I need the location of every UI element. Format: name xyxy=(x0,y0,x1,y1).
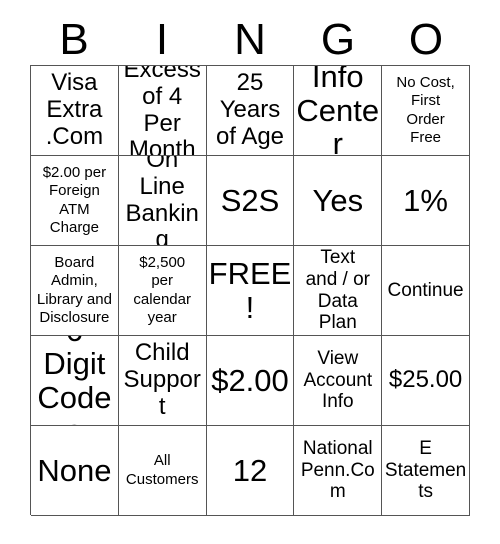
bingo-cell-n2[interactable]: S2S xyxy=(206,156,295,246)
bingo-cell-label: All Customers xyxy=(125,452,199,488)
bingo-row: $2.00 per Foreign ATM Charge On Line Ban… xyxy=(31,156,470,246)
bingo-cell-g1[interactable]: Info Center xyxy=(294,66,383,156)
bingo-cell-label: Child Support xyxy=(123,339,201,420)
bingo-cell-o2[interactable]: 1% xyxy=(382,156,470,246)
bingo-card: B I N G O Visa Extra .Com Excess of 4 Pe… xyxy=(0,0,500,544)
header-letter-i: I xyxy=(155,14,169,64)
bingo-cell-b4[interactable]: 6 Digit Codes xyxy=(31,336,119,426)
bingo-grid: Visa Extra .Com Excess of 4 Per Month 25… xyxy=(30,65,470,516)
bingo-cell-label: $2.00 per Foreign ATM Charge xyxy=(42,163,107,236)
bingo-cell-n4[interactable]: $2.00 xyxy=(206,336,295,426)
bingo-cell-o3[interactable]: Continue xyxy=(382,246,470,336)
bingo-cell-b3[interactable]: Board Admin, Library and Disclosure xyxy=(31,246,119,336)
bingo-row: Visa Extra .Com Excess of 4 Per Month 25… xyxy=(31,66,470,156)
bingo-cell-n1[interactable]: 25 Years of Age xyxy=(206,66,295,156)
bingo-cell-o1[interactable]: No Cost, First Order Free xyxy=(382,66,470,156)
bingo-cell-g2[interactable]: Yes xyxy=(294,156,383,246)
bingo-cell-label: None xyxy=(37,452,112,488)
bingo-cell-label: Board Admin, Library and Disclosure xyxy=(36,253,112,326)
bingo-row: None All Customers 12 National Penn.Com … xyxy=(31,426,470,516)
bingo-cell-g5[interactable]: National Penn.Com xyxy=(294,426,383,516)
bingo-header-row: B I N G O xyxy=(30,14,470,65)
bingo-cell-label: FREE! xyxy=(208,256,292,325)
bingo-cell-label: 1% xyxy=(403,182,448,218)
bingo-cell-label: Yes xyxy=(312,182,364,218)
bingo-cell-b2[interactable]: $2.00 per Foreign ATM Charge xyxy=(31,156,119,246)
header-letter-b: B xyxy=(59,14,89,64)
bingo-cell-i3[interactable]: $2,500 per calendar year xyxy=(118,246,207,336)
bingo-cell-i1[interactable]: Excess of 4 Per Month xyxy=(118,66,207,156)
bingo-cell-label: 25 Years of Age xyxy=(215,69,285,150)
bingo-cell-label: 12 xyxy=(232,452,268,488)
bingo-cell-label: $2,500 per calendar year xyxy=(133,253,191,326)
bingo-cell-i2[interactable]: On Line Banking xyxy=(118,156,207,246)
bingo-cell-n3-free[interactable]: FREE! xyxy=(206,246,295,336)
bingo-cell-g4[interactable]: View Account Info xyxy=(294,336,383,426)
bingo-cell-label: Text and / or Data Plan xyxy=(305,246,370,334)
bingo-cell-g3[interactable]: Text and / or Data Plan xyxy=(294,246,383,336)
header-letter-n: N xyxy=(234,14,266,64)
bingo-cell-label: Info Center xyxy=(296,66,380,156)
bingo-cell-label: Visa Extra .Com xyxy=(45,69,104,150)
bingo-cell-label: Continue xyxy=(387,279,464,301)
bingo-cell-label: 6 Digit Codes xyxy=(37,336,112,425)
bingo-cell-i4[interactable]: Child Support xyxy=(118,336,207,426)
bingo-cell-label: View Account Info xyxy=(303,347,373,413)
bingo-cell-label: National Penn.Com xyxy=(300,437,375,503)
bingo-cell-n5[interactable]: 12 xyxy=(206,426,295,516)
bingo-cell-o4[interactable]: $25.00 xyxy=(382,336,470,426)
header-letter-g: G xyxy=(320,14,356,64)
bingo-cell-label: No Cost, First Order Free xyxy=(396,73,455,146)
bingo-row: Board Admin, Library and Disclosure $2,5… xyxy=(31,246,470,336)
bingo-cell-b5[interactable]: None xyxy=(31,426,119,516)
bingo-cell-label: $2.00 xyxy=(211,362,289,398)
bingo-cell-label: $25.00 xyxy=(388,366,463,394)
bingo-cell-i5[interactable]: All Customers xyxy=(118,426,207,516)
header-letter-o: O xyxy=(408,14,444,64)
bingo-row: 6 Digit Codes Child Support $2.00 View A… xyxy=(31,336,470,426)
bingo-cell-label: Excess of 4 Per Month xyxy=(123,66,201,156)
bingo-cell-label: S2S xyxy=(220,182,280,218)
bingo-cell-label: E Statements xyxy=(384,437,467,503)
bingo-cell-o5[interactable]: E Statements xyxy=(382,426,470,516)
bingo-cell-b1[interactable]: Visa Extra .Com xyxy=(31,66,119,156)
bingo-cell-label: On Line Banking xyxy=(125,156,199,246)
